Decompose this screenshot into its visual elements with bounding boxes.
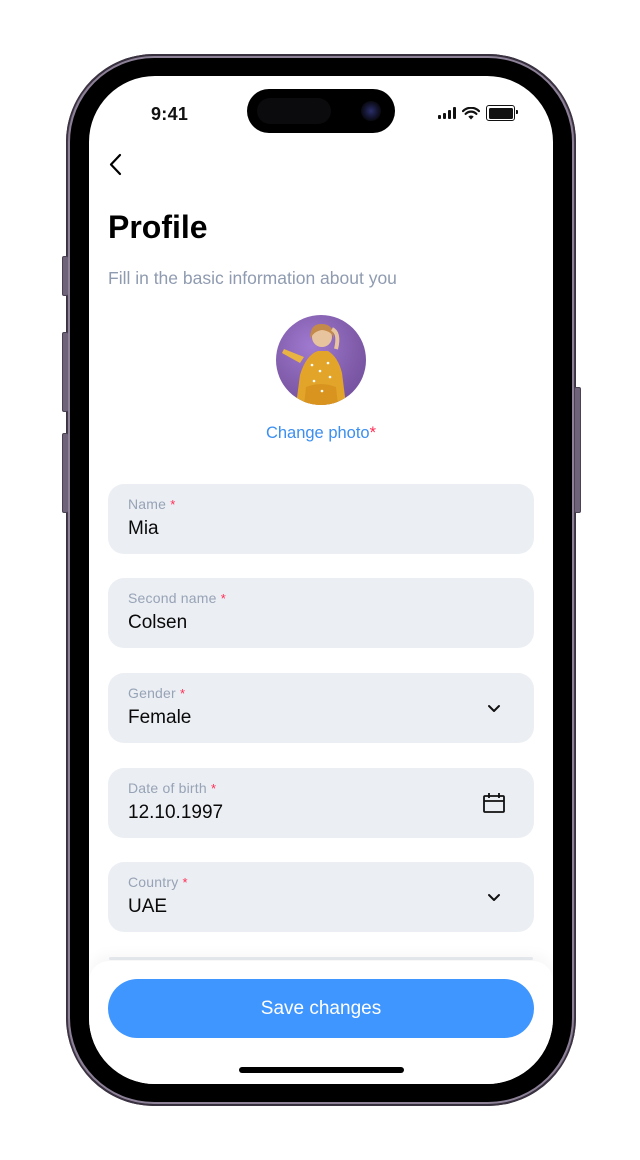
silent-switch [62, 256, 69, 296]
home-indicator[interactable] [239, 1067, 404, 1073]
field-value: UAE [128, 896, 168, 917]
power-button [574, 387, 581, 513]
change-photo-link[interactable]: Change photo* [89, 424, 553, 443]
field-label: Gender * [128, 685, 185, 701]
field-label-text: Date of birth [128, 780, 207, 796]
save-changes-button[interactable]: Save changes [108, 979, 534, 1038]
status-icons [438, 105, 518, 121]
change-photo-label: Change photo [265, 424, 370, 442]
field-value: 12.10.1997 [128, 802, 224, 823]
name-field[interactable]: Name * Mia [108, 484, 534, 554]
field-label-text: Second name [128, 590, 217, 606]
required-mark: * [170, 497, 176, 512]
front-camera-icon [361, 101, 381, 121]
field-value: Mia [128, 518, 159, 539]
status-time: 9:41 [151, 104, 189, 124]
required-mark: * [220, 591, 226, 606]
volume-up-button [62, 332, 69, 412]
field-label: Date of birth * [128, 780, 216, 796]
profile-photo [282, 323, 346, 405]
chevron-left-icon [109, 153, 122, 176]
required-mark: * [180, 686, 186, 701]
required-mark: * [369, 424, 377, 442]
avatar[interactable] [276, 315, 366, 405]
required-mark: * [182, 875, 188, 890]
required-mark: * [210, 781, 217, 796]
chevron-down-icon[interactable] [484, 886, 504, 908]
field-label-text: Gender [128, 685, 176, 701]
field-label: Second name * [128, 590, 226, 606]
page-subtitle: Fill in the basic information about you [108, 268, 397, 288]
cellular-signal-icon [438, 107, 456, 119]
page-title: Profile [108, 209, 208, 245]
screen: 9:41 Profile Fill in the basic informati… [89, 76, 553, 1084]
back-button[interactable] [103, 150, 131, 180]
chevron-down-icon[interactable] [484, 697, 504, 719]
battery-icon [486, 105, 518, 121]
second-name-field[interactable]: Second name * Colsen [108, 578, 534, 648]
field-label: Country * [128, 874, 188, 890]
date-of-birth-field[interactable]: Date of birth * 12.10.1997 [108, 768, 534, 838]
field-label: Name * [128, 496, 176, 512]
field-value: Female [128, 707, 192, 728]
calendar-icon[interactable] [482, 792, 506, 814]
wifi-icon [462, 106, 480, 119]
field-value: Colsen [128, 612, 188, 633]
volume-down-button [62, 433, 69, 513]
gender-select[interactable]: Gender * Female [108, 673, 534, 743]
next-field-peek [109, 957, 533, 960]
field-label-text: Country [128, 874, 179, 890]
island-sensor [257, 98, 331, 124]
country-select[interactable]: Country * UAE [108, 862, 534, 932]
field-label-text: Name [128, 496, 167, 512]
dynamic-island [247, 89, 395, 133]
